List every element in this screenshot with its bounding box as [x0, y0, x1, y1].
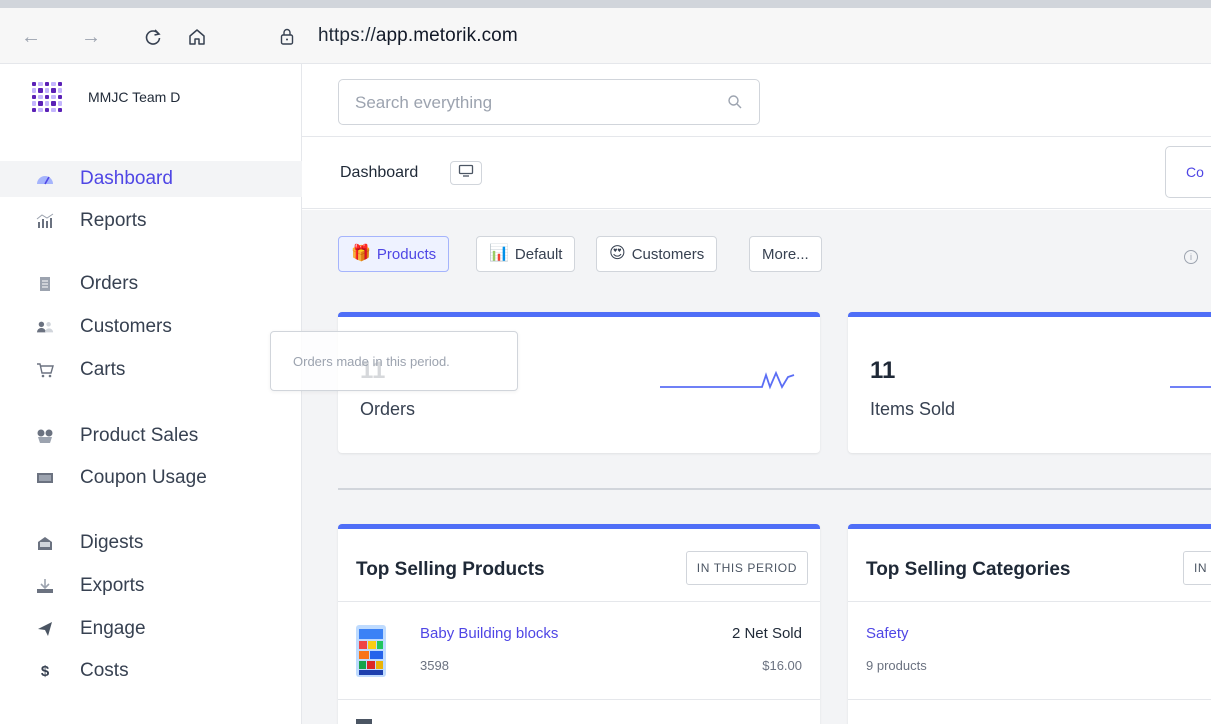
filter-label: Customers [631, 245, 705, 263]
page-header: Dashboard Co [302, 137, 1211, 209]
card-title: Top Selling Products [356, 559, 545, 580]
sidebar-item-carts[interactable]: Carts [0, 352, 302, 388]
items-sold-sparkline [1170, 386, 1211, 388]
category-link[interactable]: Safety [866, 625, 909, 642]
customize-button[interactable]: Co [1165, 146, 1211, 198]
team-switcher[interactable]: MMJC Team D [30, 81, 180, 113]
section-divider [338, 488, 1211, 490]
sidebar-item-coupon-usage[interactable]: Coupon Usage [0, 460, 302, 496]
engage-icon [36, 620, 54, 638]
sidebar-item-label: Product Sales [80, 425, 199, 446]
team-name: MMJC Team D [88, 89, 181, 105]
url-host: app.metorik.com [375, 25, 518, 46]
browser-toolbar: ← → https://app.metorik.com [0, 8, 1211, 64]
stat-card-items-sold[interactable]: 11 Items Sold [848, 312, 1211, 453]
row-divider [848, 699, 1211, 700]
product-thumbnail[interactable] [356, 625, 386, 677]
browser-top-strip [0, 0, 1211, 8]
orders-icon [36, 275, 54, 293]
sidebar-item-orders[interactable]: Orders [0, 266, 302, 302]
stat-tooltip: Orders made in this period. [270, 331, 518, 391]
category-product-count: 9 products [866, 658, 927, 673]
main-content: 🎁 Products 📊 Default 😍 Customers More...… [302, 210, 1211, 724]
product-amount: $16.00 [762, 658, 802, 673]
monitor-icon [458, 164, 474, 182]
top-products-card: Top Selling Products IN THIS PERIOD Baby… [338, 524, 820, 724]
dashboard-icon [36, 170, 54, 188]
exports-icon [36, 577, 54, 595]
costs-icon: $ [40, 662, 50, 680]
forward-arrow-icon[interactable]: → [80, 26, 102, 48]
gift-icon: 🎁 [351, 245, 371, 262]
sidebar-item-label: Costs [80, 660, 129, 681]
filter-label: Products [376, 245, 437, 263]
digests-icon [36, 534, 54, 552]
lock-icon[interactable] [280, 28, 294, 46]
coupon-icon [36, 469, 54, 487]
sidebar-item-label: Dashboard [80, 168, 173, 189]
top-categories-card: Top Selling Categories IN Safety 9 produ… [848, 524, 1211, 724]
sidebar-item-label: Carts [80, 359, 126, 380]
cart-icon [36, 361, 54, 379]
stat-value: 11 [870, 357, 896, 384]
row-divider [338, 699, 820, 700]
card-divider [338, 601, 820, 602]
orders-sparkline [660, 370, 795, 390]
sidebar-item-dashboard[interactable]: Dashboard [0, 161, 302, 197]
bar-chart-icon: 📊 [489, 245, 509, 262]
product-sku: 3598 [420, 658, 449, 673]
net-sold-label: Net Sold [744, 625, 802, 642]
card-title: Top Selling Categories [866, 559, 1071, 580]
filter-default[interactable]: 📊 Default [476, 236, 576, 272]
period-badge[interactable]: IN [1183, 551, 1211, 585]
sidebar-item-customers[interactable]: Customers [0, 309, 302, 345]
sidebar-item-label: Engage [80, 618, 146, 639]
sidebar-item-label: Customers [80, 316, 172, 337]
search-input[interactable] [355, 90, 715, 116]
info-icon[interactable]: i [1184, 250, 1198, 264]
reload-icon[interactable] [142, 26, 164, 48]
stat-label: Orders [360, 399, 416, 419]
filter-more[interactable]: More... [749, 236, 822, 272]
product-sales-icon [36, 427, 54, 445]
product-net-sold: 2 Net Sold [732, 625, 802, 642]
heart-eyes-icon: 😍 [609, 245, 626, 262]
home-icon[interactable] [186, 26, 208, 48]
sidebar-item-exports[interactable]: Exports [0, 568, 302, 604]
sidebar-item-reports[interactable]: Reports [0, 203, 302, 239]
page-title: Dashboard [340, 164, 419, 181]
filter-customers[interactable]: 😍 Customers [596, 236, 718, 272]
team-logo-icon [30, 80, 64, 114]
filter-products[interactable]: 🎁 Products [338, 236, 450, 272]
filter-label: Default [514, 245, 563, 263]
stat-label: Items Sold [870, 399, 956, 419]
display-mode-button[interactable] [450, 161, 482, 185]
search-box[interactable] [338, 79, 760, 125]
sidebar-item-label: Orders [80, 273, 139, 294]
sidebar-item-costs[interactable]: $ Costs [0, 653, 302, 689]
sidebar-item-digests[interactable]: Digests [0, 525, 302, 561]
net-sold-value: 2 [731, 625, 741, 642]
reports-icon [36, 212, 54, 230]
product-thumbnail[interactable] [356, 719, 372, 724]
address-bar[interactable]: https://app.metorik.com [318, 25, 518, 47]
sidebar-item-label: Digests [80, 532, 144, 553]
customers-icon [36, 318, 54, 336]
card-divider [848, 601, 1211, 602]
back-arrow-icon[interactable]: ← [20, 26, 42, 48]
search-icon[interactable] [727, 94, 743, 110]
filter-label: More... [762, 245, 809, 263]
period-badge[interactable]: IN THIS PERIOD [685, 551, 808, 585]
product-link[interactable]: Baby Building blocks [420, 625, 558, 642]
sidebar-item-label: Exports [80, 575, 145, 596]
sidebar-item-product-sales[interactable]: Product Sales [0, 418, 302, 454]
sidebar-item-engage[interactable]: Engage [0, 611, 302, 647]
sidebar: MMJC Team D Dashboard Reports Orders Cus… [0, 64, 302, 724]
sidebar-item-label: Coupon Usage [80, 467, 207, 488]
url-scheme: https:// [318, 25, 376, 46]
sidebar-item-label: Reports [80, 210, 147, 231]
